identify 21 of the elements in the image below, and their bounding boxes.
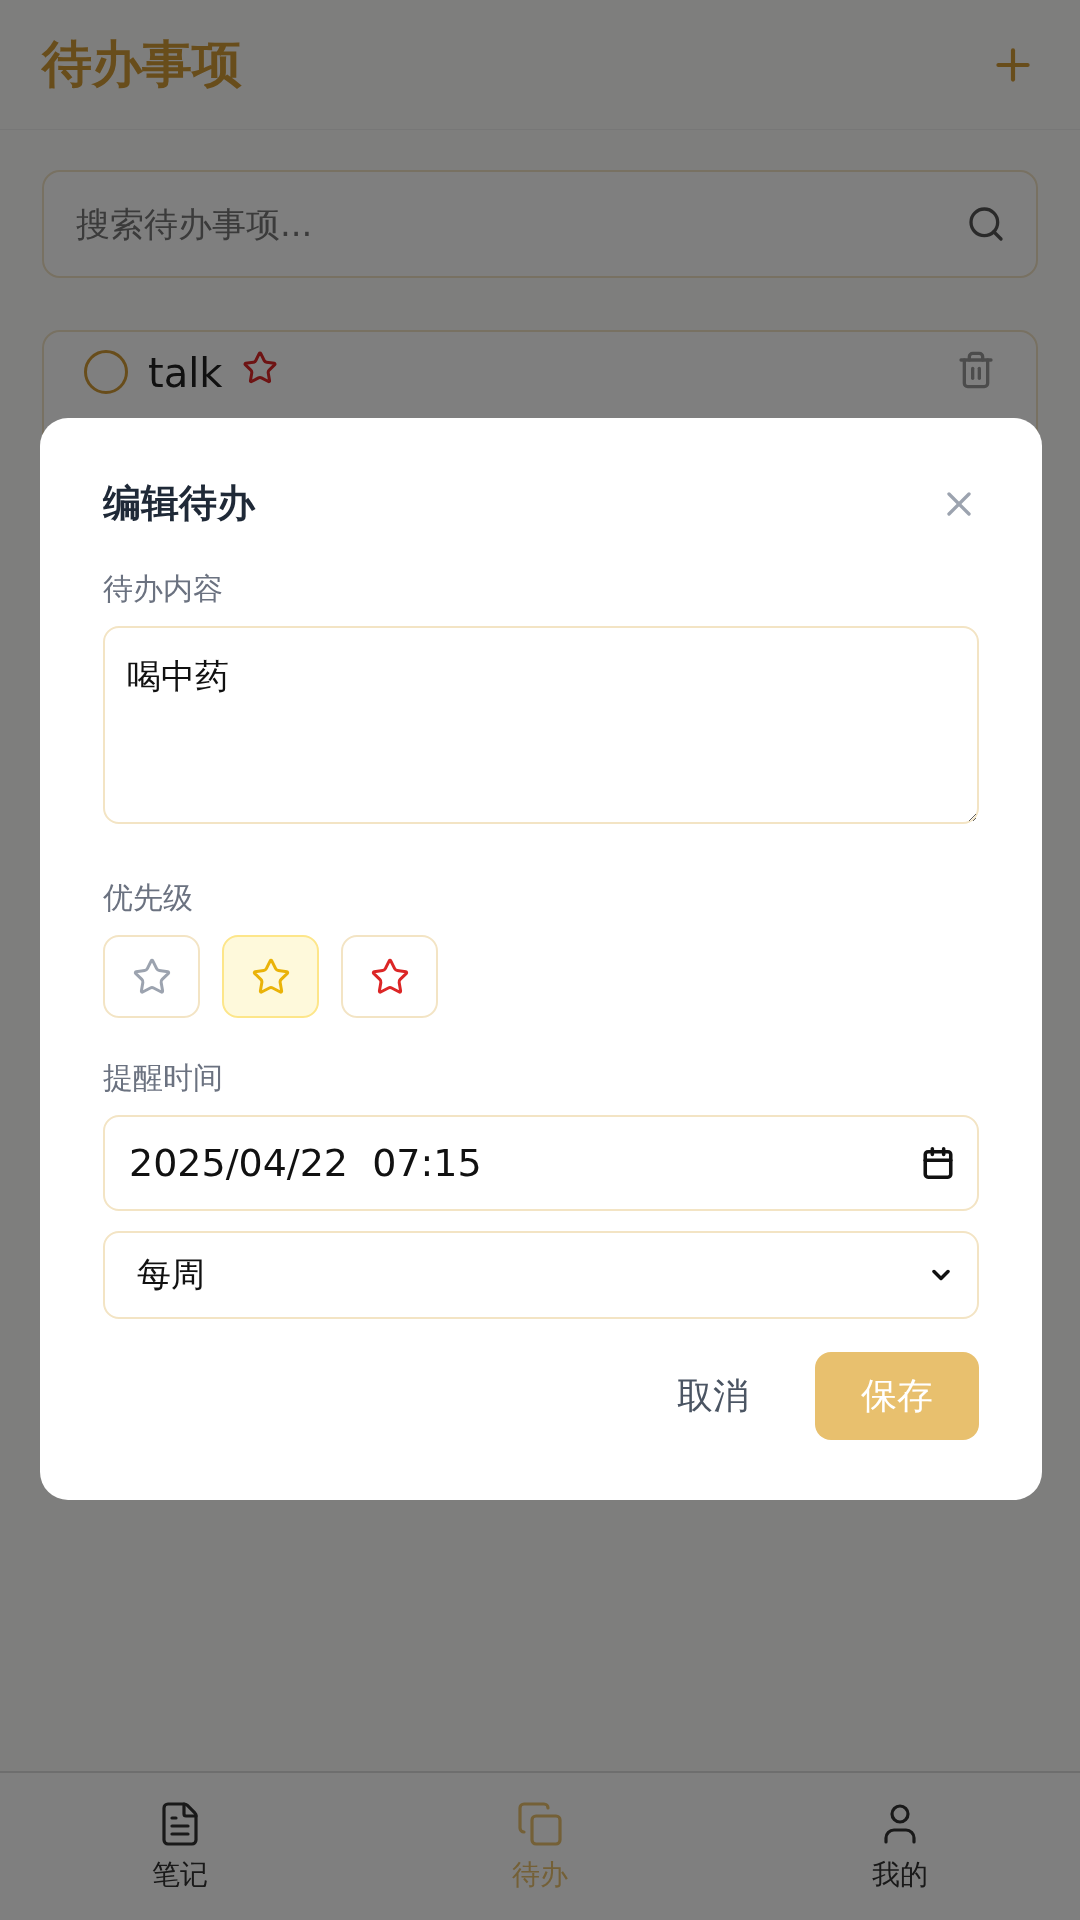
field-label: 提醒时间	[103, 1059, 224, 1097]
dialog-title: 编辑待办	[103, 480, 255, 527]
search-icon	[966, 204, 1006, 244]
page-title: 待办事项	[42, 34, 242, 95]
search-field[interactable]: 搜索待办事项...	[74, 203, 966, 245]
search-box[interactable]: 搜索待办事项...	[42, 170, 1038, 278]
nav-tab[interactable]: 我的	[720, 1773, 1080, 1920]
repeat-select[interactable]: 每周	[103, 1231, 979, 1319]
field-label: 待办内容	[103, 570, 224, 608]
priority-button[interactable]	[341, 935, 438, 1018]
cancel-button[interactable]: 取消	[671, 1370, 755, 1422]
star-icon	[242, 350, 279, 386]
calendar-icon	[921, 1146, 955, 1180]
priority-button[interactable]	[103, 935, 200, 1018]
nav-tab[interactable]: 笔记	[0, 1773, 360, 1920]
field-label: 优先级	[103, 879, 194, 917]
checkbox[interactable]	[84, 350, 128, 394]
datetime-field[interactable]: 2025/04/22 07:15	[103, 1115, 979, 1211]
todo-text: talk	[148, 350, 223, 396]
content-field[interactable]: 喝中药	[103, 626, 979, 824]
copy-icon	[516, 1799, 564, 1848]
